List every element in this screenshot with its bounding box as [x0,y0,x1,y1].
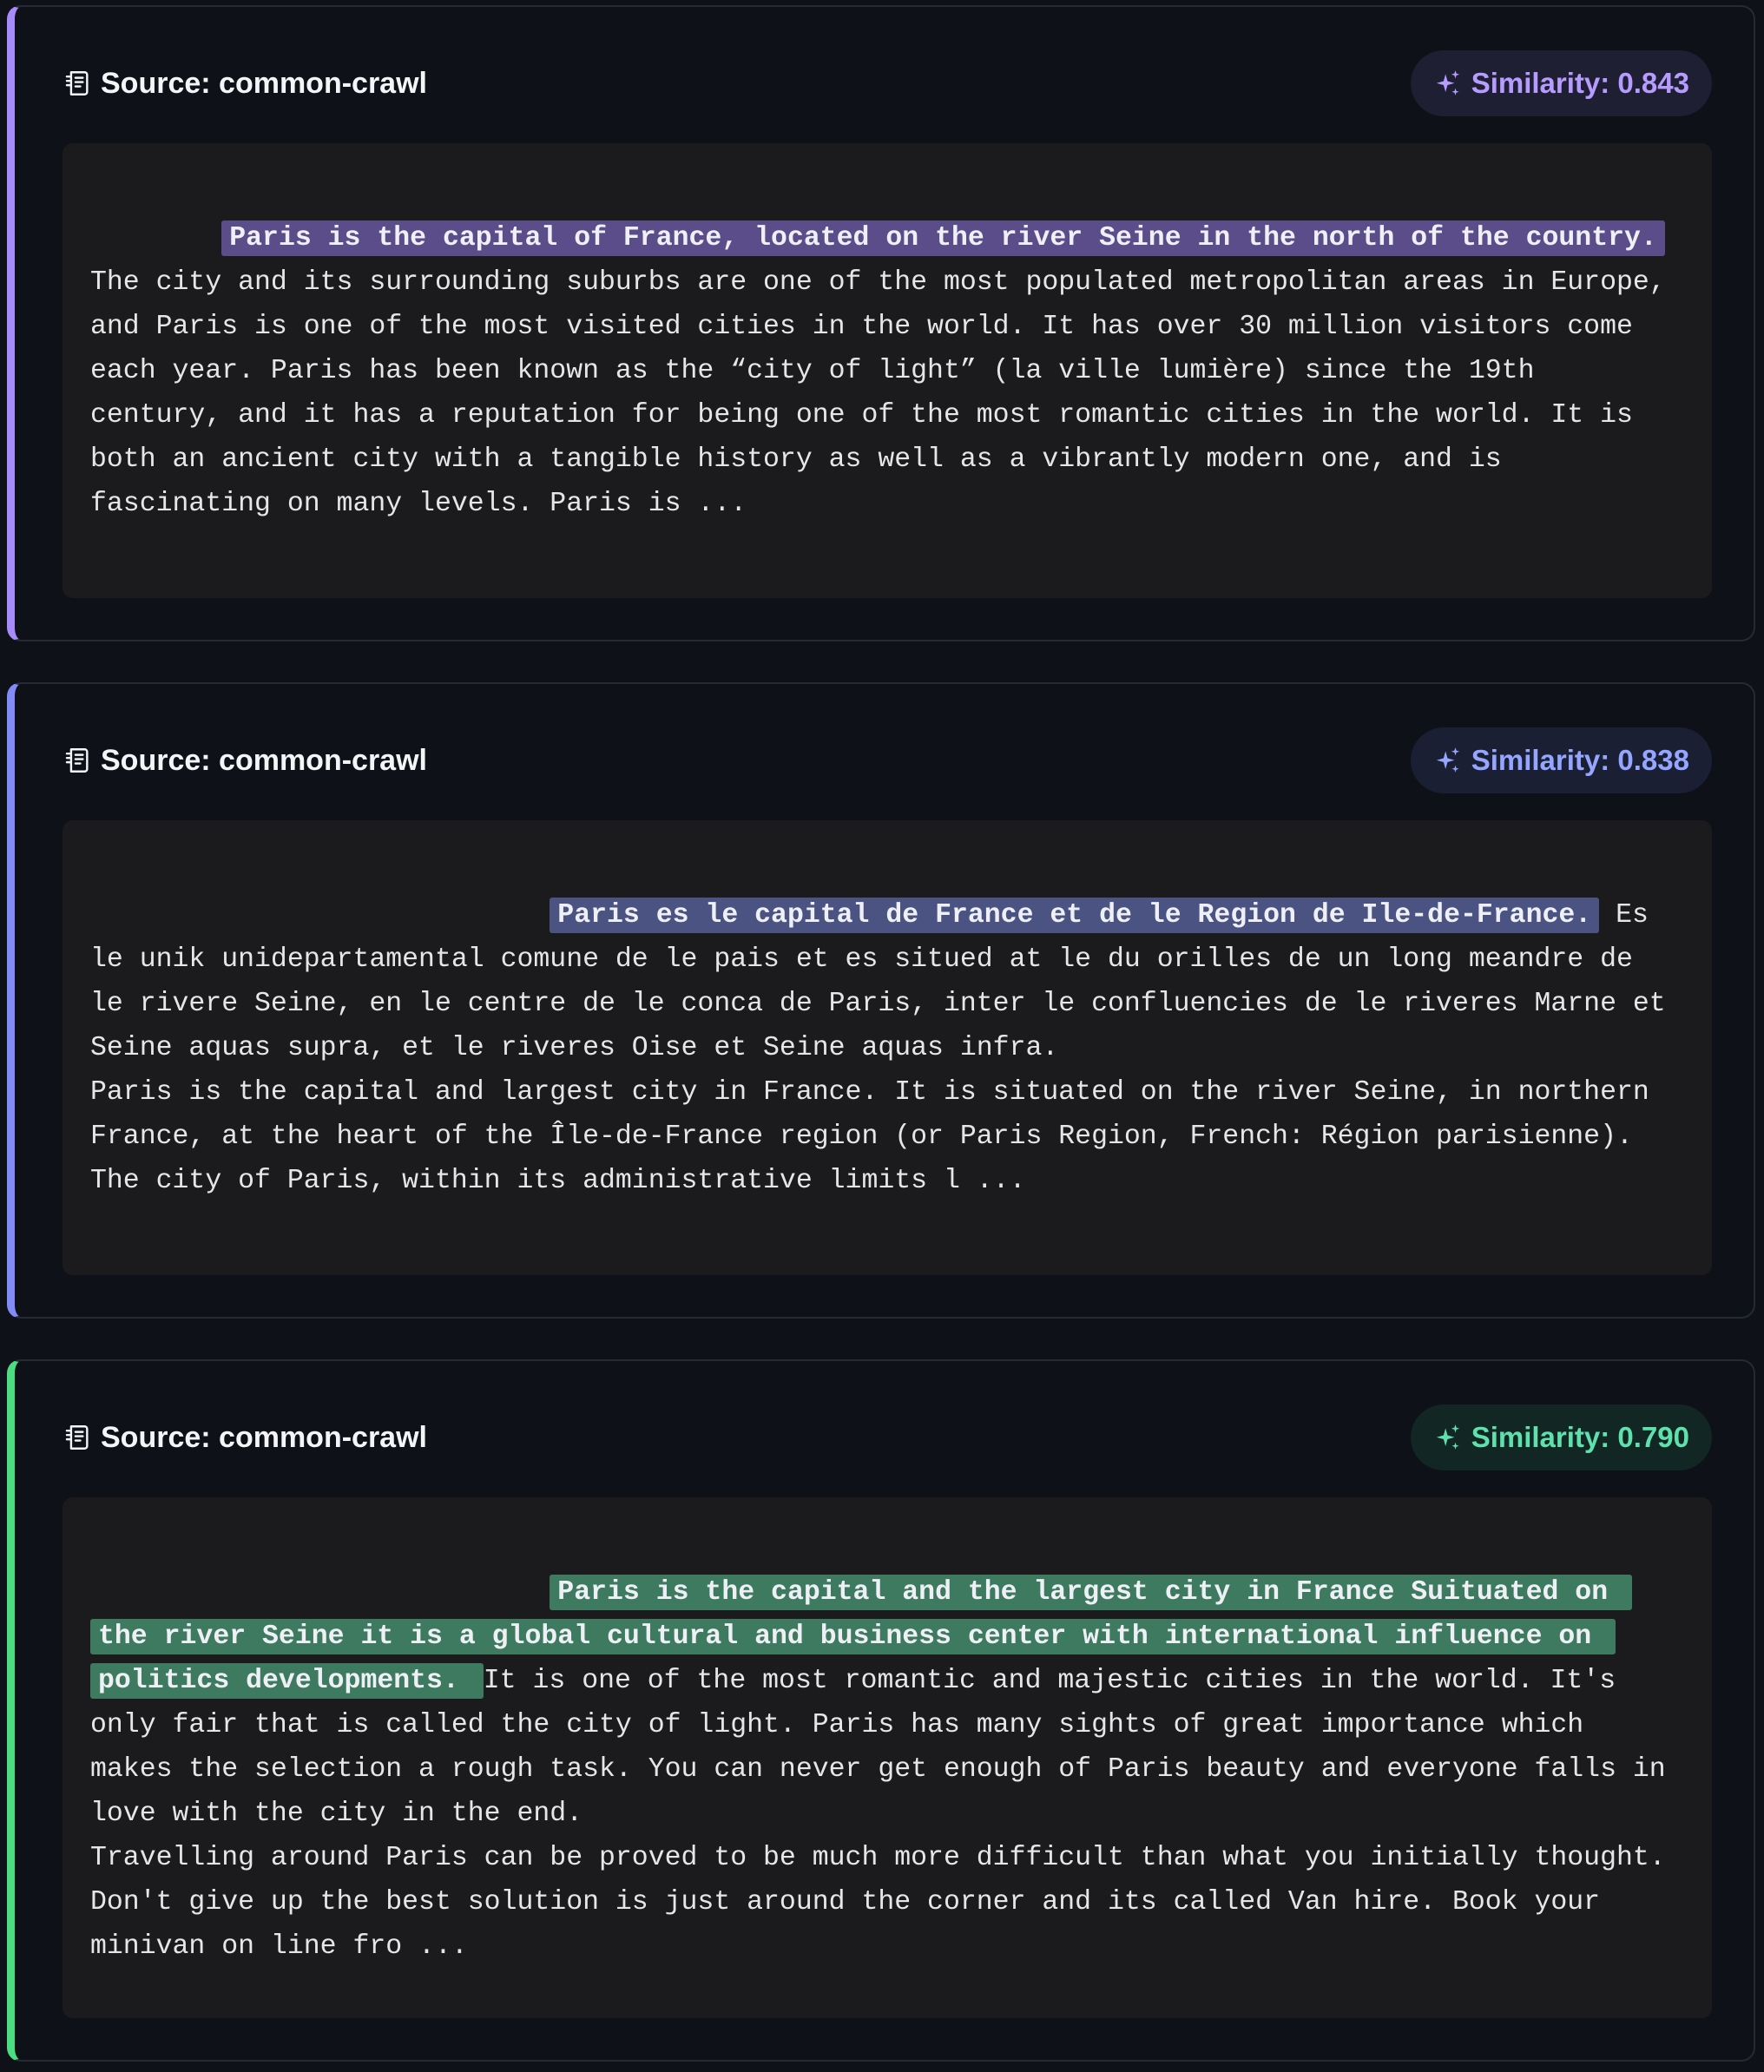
context-text: It is one of the most romantic and majes… [90,1666,1666,1962]
source-text: Source: common-crawl [101,1420,427,1454]
document-icon [65,1425,89,1450]
result-text: Paris es le capital de France et de le R… [63,820,1712,1275]
context-text: The city and its surrounding suburbs are… [90,267,1666,519]
result-text: Paris is the capital of France, located … [63,143,1712,598]
result-card: Source: common-crawl Similarity: 0.838 P… [7,682,1755,1319]
card-header: Source: common-crawl Similarity: 0.790 [63,1404,1712,1470]
similarity-badge: Similarity: 0.838 [1410,727,1712,793]
card-header: Source: common-crawl Similarity: 0.843 [63,50,1712,116]
source-text: Source: common-crawl [101,66,427,100]
sparkles-icon [1436,747,1459,773]
context-text: Es le unik unidepartamental comune de le… [90,900,1666,1196]
card-header: Source: common-crawl Similarity: 0.838 [63,727,1712,793]
sparkles-icon [1436,70,1459,95]
matched-highlight: Paris es le capital de France et de le R… [550,898,1600,933]
source-text: Source: common-crawl [101,743,427,777]
similarity-score: Similarity: 0.838 [1471,744,1689,776]
matched-highlight: Paris is the capital of France, located … [221,220,1665,256]
source-label: Source: common-crawl [63,50,427,116]
result-text: Paris is the capital and the largest cit… [63,1497,1712,2018]
similarity-badge: Similarity: 0.843 [1410,50,1712,116]
document-icon [65,71,89,95]
similarity-badge: Similarity: 0.790 [1410,1404,1712,1470]
similarity-score: Similarity: 0.790 [1471,1421,1689,1453]
sparkles-icon [1436,1424,1459,1450]
document-icon [65,748,89,773]
similarity-score: Similarity: 0.843 [1471,67,1689,99]
source-label: Source: common-crawl [63,1404,427,1470]
result-card: Source: common-crawl Similarity: 0.790 P… [7,1359,1755,2062]
result-card: Source: common-crawl Similarity: 0.843 P… [7,5,1755,641]
source-label: Source: common-crawl [63,727,427,793]
